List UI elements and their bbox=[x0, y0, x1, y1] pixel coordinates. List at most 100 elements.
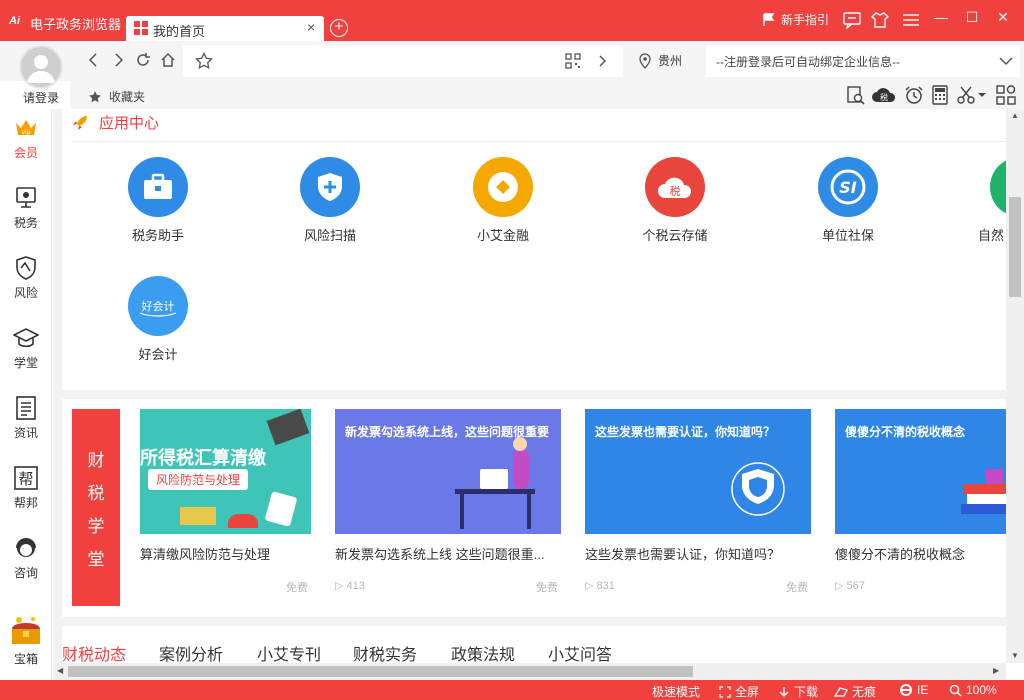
horizontal-scroll-thumb[interactable] bbox=[68, 666, 693, 677]
new-tab-button[interactable]: + bbox=[330, 19, 348, 37]
forward-icon[interactable] bbox=[110, 52, 126, 68]
school-tag-char: 堂 bbox=[87, 549, 105, 569]
calculator-icon[interactable] bbox=[930, 85, 950, 105]
zoom-button[interactable]: 100% bbox=[949, 683, 997, 697]
alarm-clock-icon[interactable] bbox=[904, 85, 924, 105]
svg-text:好会计: 好会计 bbox=[142, 299, 175, 313]
app-natural[interactable]: 自然 bbox=[960, 157, 1006, 244]
avatar[interactable] bbox=[19, 45, 63, 89]
tab-xiaoai-qa[interactable]: 小艾问答 bbox=[548, 641, 612, 663]
app-hao-accounting[interactable]: 好会计 好会计 bbox=[98, 276, 218, 363]
star-filled-icon bbox=[89, 90, 101, 102]
download-icon bbox=[779, 686, 789, 697]
maximize-button[interactable]: ☐ bbox=[961, 9, 983, 26]
speed-mode-button[interactable]: 极速模式 bbox=[652, 683, 700, 700]
tab-policy[interactable]: 政策法规 bbox=[451, 641, 515, 663]
svg-text:帮: 帮 bbox=[18, 470, 33, 488]
sidebar-item-treasure[interactable]: 宝箱 bbox=[0, 615, 52, 667]
star-icon[interactable] bbox=[195, 52, 213, 70]
sidebar-item-consult[interactable]: 咨询 bbox=[0, 535, 52, 581]
engine-button[interactable]: IE bbox=[899, 683, 928, 697]
scroll-up-arrow[interactable]: ▲ bbox=[1011, 111, 1019, 120]
scroll-right-arrow[interactable]: ▶ bbox=[993, 666, 999, 675]
vertical-scrollbar[interactable]: ▲ ▼ bbox=[1006, 109, 1024, 663]
news-tabs-panel: 财税动态 案例分析 小艾专刊 财税实务 政策法规 小艾问答 bbox=[62, 626, 1006, 663]
tab-case-analysis[interactable]: 案例分析 bbox=[159, 641, 223, 663]
app-tax-assistant[interactable]: 税务助手 bbox=[98, 157, 218, 244]
tax-icon bbox=[16, 187, 36, 208]
message-icon[interactable] bbox=[843, 11, 861, 29]
address-bar[interactable] bbox=[183, 45, 623, 77]
course-card[interactable]: 傻傻分不清的税收概念 傻傻分不清的税收概念 ▷ 567 bbox=[835, 409, 1006, 592]
scroll-left-arrow[interactable]: ◀ bbox=[57, 666, 63, 675]
guide-button[interactable]: 新手指引 bbox=[762, 11, 829, 28]
app-social-security[interactable]: SI 单位社保 bbox=[788, 157, 908, 244]
minimize-button[interactable]: — bbox=[930, 9, 952, 25]
leaf-icon bbox=[990, 157, 1006, 217]
incognito-button[interactable]: 无痕 bbox=[834, 683, 876, 700]
close-window-button[interactable]: ✕ bbox=[992, 9, 1014, 26]
sidebar-item-risk[interactable]: 风险 bbox=[0, 255, 52, 301]
qrcode-icon[interactable] bbox=[565, 53, 581, 69]
fullscreen-button[interactable]: 全屏 bbox=[719, 683, 759, 700]
sidebar-item-tax[interactable]: 税务 bbox=[0, 185, 52, 231]
engine-label: IE bbox=[917, 683, 929, 697]
course-views: ▷ 831 bbox=[585, 580, 615, 592]
course-card[interactable]: 这些发票也需要认证，你知道吗？ 这些发票也需要认证，你知道吗？ ▷ 831 免费 bbox=[585, 409, 811, 594]
menu-icon[interactable] bbox=[902, 11, 920, 29]
course-thumbnail: 傻傻分不清的税收概念 bbox=[835, 409, 1006, 534]
chevron-right-icon[interactable] bbox=[597, 54, 609, 68]
sidebar-item-news[interactable]: 资讯 bbox=[0, 395, 52, 441]
course-free-label: 免费 bbox=[786, 582, 808, 594]
vertical-scroll-thumb[interactable] bbox=[1009, 197, 1021, 297]
search-doc-icon[interactable] bbox=[846, 85, 866, 105]
user-icon bbox=[27, 55, 55, 83]
apps-grid-icon[interactable] bbox=[996, 85, 1016, 105]
tab-tax-news[interactable]: 财税动态 bbox=[62, 641, 126, 663]
cloud-tax-icon[interactable]: 税 bbox=[871, 85, 897, 105]
location-selector[interactable]: 贵州 bbox=[638, 52, 682, 69]
incognito-icon bbox=[834, 686, 848, 697]
app-risk-scan[interactable]: 风险扫描 bbox=[270, 157, 390, 244]
scissors-icon[interactable] bbox=[956, 85, 988, 105]
sidebar-label: 宝箱 bbox=[13, 652, 38, 666]
tab-tax-practice[interactable]: 财税实务 bbox=[353, 641, 417, 663]
views-count: 567 bbox=[846, 580, 865, 592]
scroll-down-arrow[interactable]: ▼ bbox=[1011, 651, 1019, 660]
tab-close-button[interactable]: × bbox=[307, 19, 315, 35]
thumb-caption: 傻傻分不清的税收概念 bbox=[845, 425, 966, 439]
course-free-label: 免费 bbox=[536, 582, 558, 594]
finance-school-panel: 财 税 学 堂 所得税汇算清缴 风险防范与处理 算清缴风险防范与处理 免费 新发… bbox=[62, 399, 1006, 617]
help-icon: 帮 bbox=[14, 466, 38, 490]
app-tax-cloud[interactable]: 税 个税云存储 bbox=[615, 157, 735, 244]
home-icon[interactable] bbox=[160, 52, 176, 68]
sidebar-item-vip[interactable]: vip 会员 bbox=[0, 115, 52, 161]
rocket-icon bbox=[73, 115, 87, 130]
download-button[interactable]: 下载 bbox=[778, 683, 818, 700]
course-title: 新发票勾选系统上线 这些问题很重... bbox=[335, 547, 545, 562]
horizontal-scrollbar[interactable]: ◀ ▶ bbox=[53, 663, 1006, 680]
company-bind-select[interactable]: --注册登录后可自动绑定企业信息-- bbox=[706, 45, 1020, 77]
sidebar-item-help[interactable]: 帮 帮邦 bbox=[0, 465, 52, 511]
ie-icon bbox=[900, 684, 912, 696]
sidebar-label: 风险 bbox=[13, 286, 38, 300]
chevron-down-icon bbox=[999, 57, 1013, 66]
back-icon[interactable] bbox=[86, 52, 102, 68]
app-xiaoai-finance[interactable]: 小艾金融 bbox=[443, 157, 563, 244]
course-title: 傻傻分不清的税收概念 bbox=[835, 547, 966, 562]
course-card[interactable]: 所得税汇算清缴 风险防范与处理 算清缴风险防范与处理 免费 bbox=[140, 409, 311, 594]
sidebar-label: 学堂 bbox=[13, 356, 38, 370]
skin-icon[interactable] bbox=[871, 11, 889, 29]
guide-label: 新手指引 bbox=[781, 13, 830, 27]
tab-home[interactable]: 我的首页 × bbox=[126, 16, 324, 41]
login-link[interactable]: 请登录 bbox=[23, 89, 59, 106]
headset-icon bbox=[16, 538, 36, 557]
favorites-button[interactable]: 收藏夹 bbox=[88, 88, 145, 105]
refresh-icon[interactable] bbox=[135, 52, 151, 68]
sidebar-item-school[interactable]: 学堂 bbox=[0, 325, 52, 371]
app-name: 税务助手 bbox=[131, 228, 184, 243]
tab-xiaoai-special[interactable]: 小艾专刊 bbox=[257, 641, 321, 663]
social-security-icon: SI bbox=[818, 157, 878, 217]
download-label: 下载 bbox=[794, 685, 819, 699]
course-card[interactable]: 新发票勾选系统上线，这些问题很重要 新发票勾选系统上线 这些问题很重... ▷ … bbox=[335, 409, 561, 594]
